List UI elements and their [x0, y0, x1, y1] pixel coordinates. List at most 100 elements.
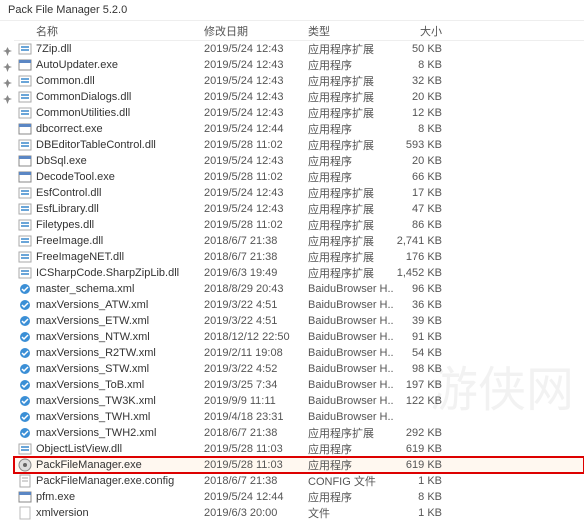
file-name: pfm.exe	[36, 491, 204, 503]
file-type: CONFIG 文件	[308, 473, 394, 489]
file-date: 2018/6/7 21:38	[204, 427, 308, 439]
dll-icon	[14, 74, 36, 88]
file-row[interactable]: CommonDialogs.dll2019/5/24 12:43应用程序扩展20…	[14, 89, 584, 105]
exe-icon	[14, 170, 36, 184]
file-row[interactable]: DecodeTool.exe2019/5/28 11:02应用程序66 KB	[14, 169, 584, 185]
pin-column	[0, 21, 14, 506]
file-row[interactable]: ObjectListView.dll2019/5/28 11:03应用程序619…	[14, 441, 584, 457]
file-row[interactable]: AutoUpdater.exe2019/5/24 12:43应用程序8 KB	[14, 57, 584, 73]
file-type: 应用程序扩展	[308, 217, 394, 233]
file-row[interactable]: CommonUtilities.dll2019/5/24 12:43应用程序扩展…	[14, 105, 584, 121]
file-type: BaiduBrowser H...	[308, 315, 394, 327]
file-row[interactable]: maxVersions_ATW.xml2019/3/22 4:51BaiduBr…	[14, 297, 584, 313]
dll-icon	[14, 202, 36, 216]
file-type: 文件	[308, 505, 394, 521]
pin-icon[interactable]	[0, 43, 14, 59]
file-size: 39 KB	[394, 315, 454, 327]
pin-icon[interactable]	[0, 75, 14, 91]
file-row[interactable]: Filetypes.dll2019/5/28 11:02应用程序扩展86 KB	[14, 217, 584, 233]
file-name: ObjectListView.dll	[36, 443, 204, 455]
file-name: Filetypes.dll	[36, 219, 204, 231]
header-type[interactable]: 类型	[308, 23, 394, 39]
file-name: dbcorrect.exe	[36, 123, 204, 135]
file-row[interactable]: DbSql.exe2019/5/24 12:43应用程序20 KB	[14, 153, 584, 169]
pin-icon[interactable]	[0, 91, 14, 107]
file-type: 应用程序扩展	[308, 233, 394, 249]
file-name: PackFileManager.exe	[36, 459, 204, 471]
file-date: 2019/5/28 11:03	[204, 459, 308, 471]
file-date: 2019/5/24 12:43	[204, 91, 308, 103]
file-row[interactable]: maxVersions_STW.xml2019/3/22 4:52BaiduBr…	[14, 361, 584, 377]
file-size: 197 KB	[394, 379, 454, 391]
file-type: BaiduBrowser H...	[308, 411, 394, 423]
file-date: 2019/6/3 20:00	[204, 507, 308, 519]
file-size: 47 KB	[394, 203, 454, 215]
file-type: BaiduBrowser H...	[308, 283, 394, 295]
file-row[interactable]: master_schema.xml2018/8/29 20:43BaiduBro…	[14, 281, 584, 297]
file-date: 2018/12/12 22:50	[204, 331, 308, 343]
pin-icon[interactable]	[0, 59, 14, 75]
file-row[interactable]: pfm.exe2019/5/24 12:44应用程序8 KB	[14, 489, 584, 505]
file-row[interactable]: ICSharpCode.SharpZipLib.dll2019/6/3 19:4…	[14, 265, 584, 281]
file-row[interactable]: FreeImageNET.dll2018/6/7 21:38应用程序扩展176 …	[14, 249, 584, 265]
file-name: maxVersions_TWH2.xml	[36, 427, 204, 439]
column-headers[interactable]: 名称 修改日期 类型 大小	[14, 21, 584, 41]
file-date: 2019/5/28 11:02	[204, 171, 308, 183]
header-size[interactable]: 大小	[394, 23, 454, 39]
file-row[interactable]: maxVersions_ETW.xml2019/3/22 4:51BaiduBr…	[14, 313, 584, 329]
file-size: 176 KB	[394, 251, 454, 263]
file-type: 应用程序扩展	[308, 105, 394, 121]
file-row[interactable]: DBEditorTableControl.dll2019/5/28 11:02应…	[14, 137, 584, 153]
file-row[interactable]: dbcorrect.exe2019/5/24 12:44应用程序8 KB	[14, 121, 584, 137]
xml-icon	[14, 426, 36, 440]
file-row[interactable]: maxVersions_TWH.xml2019/4/18 23:31BaiduB…	[14, 409, 584, 425]
file-row[interactable]: EsfControl.dll2019/5/24 12:43应用程序扩展17 KB	[14, 185, 584, 201]
file-size: 8 KB	[394, 59, 454, 71]
file-date: 2019/5/24 12:43	[204, 59, 308, 71]
dll-icon	[14, 218, 36, 232]
file-date: 2019/3/25 7:34	[204, 379, 308, 391]
file-row[interactable]: maxVersions_NTW.xml2018/12/12 22:50Baidu…	[14, 329, 584, 345]
file-type: BaiduBrowser H...	[308, 299, 394, 311]
file-row[interactable]: Common.dll2019/5/24 12:43应用程序扩展32 KB	[14, 73, 584, 89]
file-date: 2018/6/7 21:38	[204, 235, 308, 247]
file-row[interactable]: PackFileManager.exe2019/5/28 11:03应用程序61…	[14, 457, 584, 473]
file-size: 12 KB	[394, 107, 454, 119]
file-date: 2019/5/24 12:43	[204, 107, 308, 119]
file-row[interactable]: EsfLibrary.dll2019/5/24 12:43应用程序扩展47 KB	[14, 201, 584, 217]
file-name: CommonUtilities.dll	[36, 107, 204, 119]
file-date: 2019/5/28 11:02	[204, 219, 308, 231]
file-type: 应用程序扩展	[308, 41, 394, 57]
file-row[interactable]: maxVersions_TW3K.xml2019/9/9 11:11BaiduB…	[14, 393, 584, 409]
dll-icon	[14, 186, 36, 200]
file-type: 应用程序扩展	[308, 137, 394, 153]
dll-icon	[14, 90, 36, 104]
file-row[interactable]: xmlversion2019/6/3 20:00文件1 KB	[14, 505, 584, 521]
file-row[interactable]: 7Zip.dll2019/5/24 12:43应用程序扩展50 KB	[14, 41, 584, 57]
file-icon	[14, 506, 36, 520]
header-date[interactable]: 修改日期	[204, 23, 308, 39]
file-row[interactable]: maxVersions_TWH2.xml2018/6/7 21:38应用程序扩展…	[14, 425, 584, 441]
file-row[interactable]: maxVersions_R2TW.xml2019/2/11 19:08Baidu…	[14, 345, 584, 361]
header-name[interactable]: 名称	[14, 23, 204, 39]
file-size: 66 KB	[394, 171, 454, 183]
file-date: 2019/3/22 4:51	[204, 299, 308, 311]
file-type: 应用程序	[308, 457, 394, 473]
file-name: maxVersions_R2TW.xml	[36, 347, 204, 359]
exe-icon	[14, 58, 36, 72]
xml-icon	[14, 314, 36, 328]
file-date: 2018/6/7 21:38	[204, 251, 308, 263]
dll-icon	[14, 250, 36, 264]
file-name: master_schema.xml	[36, 283, 204, 295]
file-date: 2019/2/11 19:08	[204, 347, 308, 359]
file-name: PackFileManager.exe.config	[36, 475, 204, 487]
file-row[interactable]: maxVersions_ToB.xml2019/3/25 7:34BaiduBr…	[14, 377, 584, 393]
file-date: 2019/4/18 23:31	[204, 411, 308, 423]
file-date: 2018/6/7 21:38	[204, 475, 308, 487]
file-date: 2019/5/24 12:44	[204, 123, 308, 135]
exe-icon	[14, 154, 36, 168]
file-row[interactable]: FreeImage.dll2018/6/7 21:38应用程序扩展2,741 K…	[14, 233, 584, 249]
xml-icon	[14, 394, 36, 408]
file-row[interactable]: PackFileManager.exe.config2018/6/7 21:38…	[14, 473, 584, 489]
xml-icon	[14, 378, 36, 392]
